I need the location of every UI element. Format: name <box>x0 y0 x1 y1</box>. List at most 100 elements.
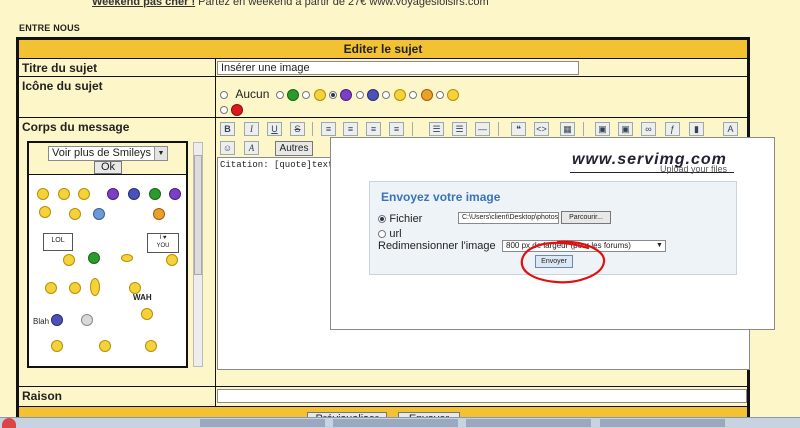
flash-icon[interactable]: ƒ <box>665 122 680 136</box>
taskbar-item[interactable] <box>333 419 458 427</box>
file-path-input[interactable]: C:\Users\client\Desktop\photos\deco <box>458 212 559 224</box>
toolbar-separator <box>312 122 313 136</box>
promo-banner[interactable]: Weekend pas cher ! Partez en weekend à p… <box>92 0 489 8</box>
smiley-icon[interactable] <box>145 340 157 352</box>
hr-icon[interactable]: — <box>475 122 490 136</box>
smiley-icon[interactable] <box>121 254 133 262</box>
icon-radio-5[interactable] <box>382 90 391 99</box>
smiley-icon[interactable] <box>51 314 63 326</box>
smiley-icon[interactable] <box>39 206 51 218</box>
font-style-icon[interactable]: A <box>244 141 259 155</box>
icon-radio-6[interactable] <box>409 90 418 99</box>
smiley-icon[interactable] <box>169 188 181 200</box>
align-left-icon[interactable]: ≡ <box>321 122 336 136</box>
promo-bold[interactable]: Weekend pas cher ! <box>92 0 195 8</box>
icon-radio-7[interactable] <box>435 90 444 99</box>
purple-smiley-icon <box>340 88 353 101</box>
toolbar-separator <box>583 122 584 136</box>
taskbar-item[interactable] <box>200 419 325 427</box>
sign-smiley-icon[interactable]: LOL <box>43 233 73 251</box>
smiley-icon[interactable] <box>149 188 161 200</box>
row-divider <box>19 386 747 387</box>
section-label: ENTRE NOUS <box>19 23 81 33</box>
title-input[interactable]: Insérer une image <box>217 61 579 75</box>
reason-input[interactable] <box>217 389 747 403</box>
browse-button[interactable]: Parcourir... <box>561 211 611 224</box>
bold-button[interactable]: B <box>220 122 235 136</box>
smiley-icon[interactable] <box>51 340 63 352</box>
link-icon[interactable]: ∞ <box>641 122 656 136</box>
smiley-icon[interactable] <box>69 208 81 220</box>
align-right-icon[interactable]: ≡ <box>366 122 381 136</box>
align-justify-icon[interactable]: ≡ <box>389 122 404 136</box>
body-label: Corps du message <box>22 120 130 134</box>
host-image-icon[interactable]: ▣ <box>618 122 633 136</box>
icon-radio-4[interactable] <box>355 90 364 99</box>
icon-radio-2[interactable] <box>302 90 311 99</box>
file-radio[interactable] <box>378 214 386 223</box>
chevron-down-icon[interactable]: ▼ <box>154 147 167 160</box>
italic-button[interactable]: I <box>244 122 259 136</box>
wink-smiley-icon <box>313 88 326 101</box>
smiley-icon[interactable] <box>63 254 75 266</box>
smiley-icon[interactable] <box>107 188 119 200</box>
smiley-icon[interactable] <box>58 188 70 200</box>
underline-button[interactable]: U <box>267 122 282 136</box>
smiley-icon[interactable] <box>37 188 49 200</box>
icon-radio-8[interactable] <box>220 105 228 114</box>
others-button[interactable]: Autres <box>275 141 313 156</box>
numbered-list-icon[interactable]: ☰ <box>452 122 467 136</box>
file-label: Fichier <box>389 213 423 225</box>
icon-radio-none[interactable] <box>220 90 228 99</box>
smiley-icon[interactable] <box>90 278 100 296</box>
file-option: Fichier <box>378 211 422 225</box>
align-center-icon[interactable]: ≡ <box>343 122 358 136</box>
smiley-icon[interactable] <box>69 282 81 294</box>
code-icon[interactable]: <> <box>534 122 549 136</box>
servimg-tagline: Upload your files <box>660 164 728 174</box>
smiley-icon[interactable] <box>99 340 111 352</box>
smiley-icon[interactable] <box>141 308 153 320</box>
url-option: url <box>378 226 402 240</box>
cool-smiley-icon <box>367 88 380 101</box>
font-icon[interactable]: A <box>723 122 738 136</box>
icon-radio-group: Aucun <box>220 83 540 116</box>
smileys-scrollbar[interactable] <box>193 142 203 367</box>
column-divider <box>215 59 216 409</box>
taskbar-item[interactable] <box>466 419 591 427</box>
smileys-ok-button[interactable]: Ok <box>94 161 122 174</box>
list-icon[interactable]: ☰ <box>429 122 444 136</box>
row-divider <box>19 76 747 77</box>
smiley-icon[interactable] <box>128 188 140 200</box>
icon-radio-3[interactable] <box>329 90 338 99</box>
smiley-icon[interactable] <box>81 314 93 326</box>
sign-smiley-icon[interactable]: I ♥ YOU <box>147 233 179 253</box>
blah-smiley-icon[interactable]: Blah <box>33 317 49 326</box>
smiley-icon[interactable] <box>78 188 90 200</box>
quote-icon[interactable]: ❝ <box>511 122 526 136</box>
smiley-icon[interactable] <box>93 208 105 220</box>
icon-radio-1[interactable] <box>275 90 284 99</box>
url-radio[interactable] <box>378 229 386 238</box>
image-icon[interactable]: ▣ <box>595 122 610 136</box>
more-smileys-select[interactable]: Voir plus de Smileys <box>48 146 168 161</box>
video-icon[interactable]: ▮ <box>689 122 704 136</box>
wah-smiley-icon[interactable]: WAH <box>133 293 152 302</box>
strike-button[interactable]: S <box>290 122 305 136</box>
smiley-icon[interactable] <box>153 208 165 220</box>
taskbar <box>0 417 800 428</box>
smiley-icon[interactable] <box>45 282 57 294</box>
emoticon-icon[interactable]: ☺ <box>220 141 235 155</box>
smiley-icon[interactable] <box>166 254 178 266</box>
scrollbar-thumb[interactable] <box>194 155 202 275</box>
page-title: Editer le sujet <box>19 40 747 59</box>
taskbar-item[interactable] <box>600 419 725 427</box>
resize-label: Redimensionner l'image <box>378 240 496 252</box>
grin-smiley-icon <box>287 88 300 101</box>
reason-label: Raison <box>22 389 63 403</box>
smiley-icon[interactable] <box>88 252 100 264</box>
promo-text: Partez en weekend à partir de 27€ www.vo… <box>195 0 489 8</box>
table-icon[interactable]: ▦ <box>560 122 575 136</box>
red-dot-icon <box>231 103 244 116</box>
chevron-down-icon[interactable]: ▼ <box>656 242 663 249</box>
